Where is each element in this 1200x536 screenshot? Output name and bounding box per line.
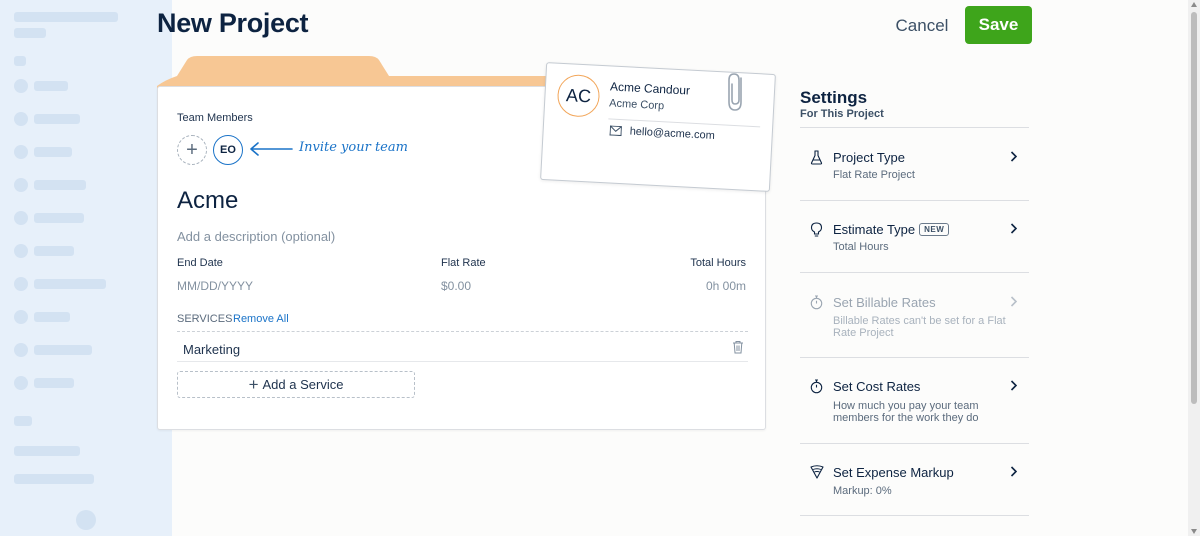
end-date-field[interactable]: MM/DD/YYYY [177,279,253,293]
description-field[interactable]: Add a description (optional) [177,229,335,244]
sidebar-placeholder [34,180,86,190]
mail-icon [609,125,622,137]
trash-icon[interactable] [732,340,744,354]
setting-estimate-type[interactable]: Estimate Type NEW Total Hours [800,200,1029,272]
sidebar-placeholder [14,474,94,484]
sidebar-placeholder [14,56,26,66]
sidebar-placeholder [14,446,80,456]
chevron-right-icon [1010,223,1017,234]
flat-rate-label: Flat Rate [441,257,486,269]
sidebar-background [0,0,172,536]
stopwatch-icon [810,379,823,394]
setting-expense-markup[interactable]: Set Expense Markup Markup: 0% [800,443,1029,515]
sidebar-placeholder [34,378,74,388]
sidebar-placeholder [34,81,68,91]
add-service-button[interactable]: + Add a Service [177,371,415,398]
save-button[interactable]: Save [965,6,1032,44]
invite-team-hint: Invite your team [299,140,408,155]
plus-icon: + [248,374,259,394]
sidebar-placeholder [34,312,70,322]
setting-title: Set Expense Markup [833,465,954,480]
setting-title: Project Type [833,150,906,165]
setting-title: Set Billable Rates [833,295,936,310]
setting-description: Billable Rates can't be set for a Flat R… [833,315,1006,339]
cancel-button[interactable]: Cancel [886,8,958,44]
setting-project-type[interactable]: Project Type Flat Rate Project [800,127,1029,200]
sidebar-icon [14,277,28,291]
sidebar-icon [14,244,28,258]
chevron-right-icon [1010,296,1017,307]
setting-description: Total Hours [833,241,889,253]
chevron-right-icon [1010,380,1017,391]
sidebar-placeholder [34,114,80,124]
plus-icon: + [186,138,198,161]
settings-divider [800,515,1029,516]
page-title: New Project [157,8,309,38]
setting-description: Flat Rate Project [833,169,915,181]
settings-title: Settings [800,88,868,107]
setting-description: How much you pay your team members for t… [833,400,979,424]
sidebar-icon [14,310,28,324]
services-label: SERVICES [177,313,233,325]
total-hours-field[interactable]: 0h 00m [706,279,746,293]
markup-tag-icon [810,465,824,479]
arrow-left-icon [250,142,293,156]
end-date-label: End Date [177,257,223,269]
settings-subtitle: For This Project [800,108,884,120]
vertical-scrollbar[interactable] [1188,0,1200,536]
sidebar-placeholder [14,12,118,22]
total-hours-label: Total Hours [690,257,746,269]
service-row: Marketing [177,332,748,362]
sidebar-icon [76,510,96,530]
sidebar-placeholder [34,345,92,355]
sidebar-placeholder [34,147,72,157]
scroll-up-icon[interactable] [1191,2,1197,7]
member-avatar[interactable]: EO [213,135,243,165]
sidebar-icon [14,211,28,225]
project-name-field[interactable]: Acme [177,187,238,215]
client-email: hello@acme.com [629,125,716,142]
sidebar-placeholder [34,213,84,223]
client-company: Acme Corp [608,97,665,113]
add-service-label: Add a Service [262,377,344,392]
sidebar-icon [14,79,28,93]
setting-cost-rates[interactable]: Set Cost Rates How much you pay your tea… [800,357,1029,443]
sidebar-icon [14,343,28,357]
setting-title-row: Estimate Type NEW [833,222,950,237]
sidebar-placeholder [14,416,32,426]
team-members-label: Team Members [177,112,253,124]
service-name[interactable]: Marketing [183,342,240,357]
client-avatar: AC [556,73,601,118]
sidebar-placeholder [34,279,106,289]
sidebar-placeholder [34,246,74,256]
sidebar-icon [14,145,28,159]
sidebar-icon [14,112,28,126]
sidebar-icon [14,178,28,192]
remove-all-link[interactable]: Remove All [233,313,289,325]
chevron-right-icon [1010,466,1017,477]
flask-icon [810,150,823,165]
client-name: Acme Candour [609,79,691,98]
flat-rate-field[interactable]: $0.00 [441,279,471,293]
sidebar-icon [14,376,28,390]
scroll-thumb[interactable] [1191,12,1197,404]
new-badge: NEW [919,223,950,236]
setting-title: Estimate Type [833,222,916,237]
stopwatch-icon [810,295,823,310]
chevron-right-icon [1010,151,1017,162]
setting-title: Set Cost Rates [833,379,921,394]
add-member-button[interactable]: + [177,135,207,165]
setting-description: Markup: 0% [833,485,892,497]
sidebar-placeholder [14,28,46,38]
scroll-down-icon[interactable] [1191,529,1197,534]
lightbulb-icon [810,222,823,237]
setting-billable-rates[interactable]: Set Billable Rates Billable Rates can't … [800,272,1029,357]
paperclip-icon [728,73,742,111]
